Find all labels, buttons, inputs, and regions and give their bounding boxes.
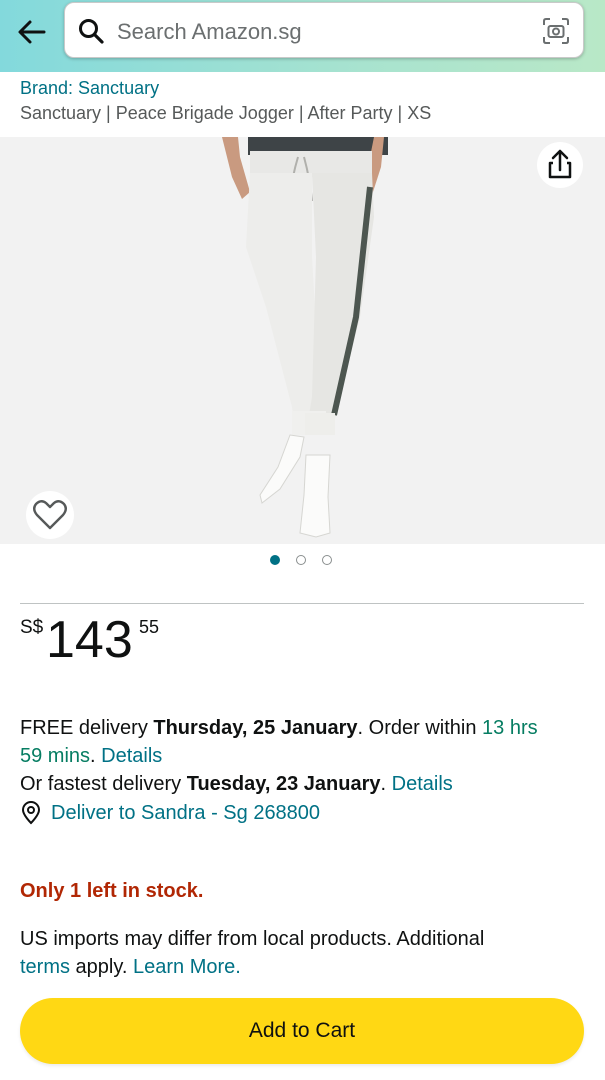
order-within-text: . Order within — [357, 717, 483, 739]
fastest-delivery-prefix: Or fastest delivery — [20, 773, 187, 795]
countdown-hours: 13 hrs — [482, 717, 538, 739]
deliver-to-address-link[interactable]: Deliver to Sandra - Sg 268800 — [51, 799, 320, 827]
divider — [20, 603, 584, 604]
product-image[interactable] — [0, 137, 605, 544]
apply-text: apply. — [70, 956, 133, 978]
stock-status: Only 1 left in stock. — [20, 880, 204, 902]
countdown-line: 59 mins. Details — [20, 742, 162, 770]
search-icon[interactable] — [77, 17, 105, 45]
share-button[interactable] — [537, 142, 583, 188]
countdown-minutes: 59 mins — [20, 745, 91, 767]
brand-link[interactable]: Brand: Sanctuary — [20, 78, 159, 99]
top-search-header — [0, 0, 605, 72]
free-delivery-prefix: FREE delivery — [20, 717, 154, 739]
add-to-cart-button[interactable]: Add to Cart — [20, 998, 584, 1064]
price-fraction: 55 — [139, 617, 160, 637]
heart-icon — [33, 500, 67, 530]
free-delivery-line: FREE delivery Thursday, 25 January. Orde… — [20, 714, 538, 742]
share-icon — [548, 149, 572, 179]
price-whole: 143 — [46, 611, 133, 669]
fastest-period: . — [380, 773, 392, 795]
countdown-period: . — [90, 745, 102, 767]
fastest-delivery-line: Or fastest delivery Tuesday, 23 January.… — [20, 770, 453, 798]
fastest-delivery-details-link[interactable]: Details — [392, 773, 453, 795]
price-currency: S$ — [20, 617, 44, 638]
camera-search-icon[interactable] — [541, 16, 571, 46]
back-arrow-icon[interactable] — [14, 14, 50, 50]
carousel-dot-2[interactable] — [296, 555, 306, 565]
fastest-delivery-date: Tuesday, 23 January — [186, 773, 381, 795]
imports-notice-line1: US imports may differ from local product… — [20, 928, 485, 950]
wishlist-button[interactable] — [26, 491, 74, 539]
imports-notice-line2: terms apply. Learn More. — [20, 953, 241, 981]
free-delivery-date: Thursday, 25 January — [153, 717, 358, 739]
search-input[interactable] — [115, 12, 529, 52]
product-title: Sanctuary | Peace Brigade Jogger | After… — [20, 103, 432, 123]
carousel-dot-3[interactable] — [322, 555, 332, 565]
terms-link[interactable]: terms — [20, 956, 70, 978]
location-pin-icon — [20, 801, 42, 825]
search-bar[interactable] — [64, 2, 584, 58]
jogger-pants-illustration — [222, 137, 388, 538]
free-delivery-details-link[interactable]: Details — [101, 745, 162, 767]
carousel-dot-1[interactable] — [270, 555, 280, 565]
learn-more-link[interactable]: Learn More. — [133, 956, 241, 978]
